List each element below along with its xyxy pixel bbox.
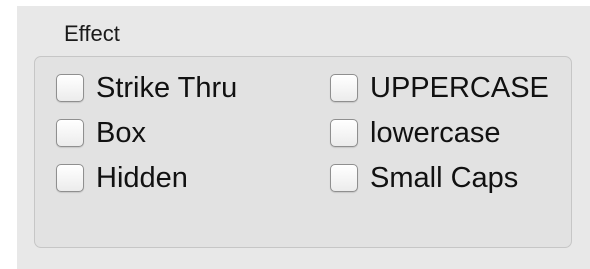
checkbox-box[interactable] (330, 74, 358, 102)
box-checkbox[interactable]: Box (56, 114, 146, 152)
checkbox-box[interactable] (330, 119, 358, 147)
strike-thru-label: Strike Thru (96, 71, 238, 104)
strike-thru-checkbox[interactable]: Strike Thru (56, 69, 237, 107)
lowercase-label: lowercase (370, 116, 501, 149)
checkbox-box[interactable] (56, 119, 84, 147)
effect-group-title: Effect (64, 21, 120, 46)
small-caps-checkbox[interactable]: Small Caps (330, 159, 518, 197)
hidden-label: Hidden (96, 161, 188, 194)
checkbox-box[interactable] (56, 74, 84, 102)
hidden-checkbox[interactable]: Hidden (56, 159, 188, 197)
checkbox-box[interactable] (330, 164, 358, 192)
checkbox-box[interactable] (56, 164, 84, 192)
uppercase-label: UPPERCASE (370, 71, 549, 104)
box-label: Box (96, 116, 146, 149)
lowercase-checkbox[interactable]: lowercase (330, 114, 501, 152)
uppercase-checkbox[interactable]: UPPERCASE (330, 69, 549, 107)
small-caps-label: Small Caps (370, 161, 519, 194)
